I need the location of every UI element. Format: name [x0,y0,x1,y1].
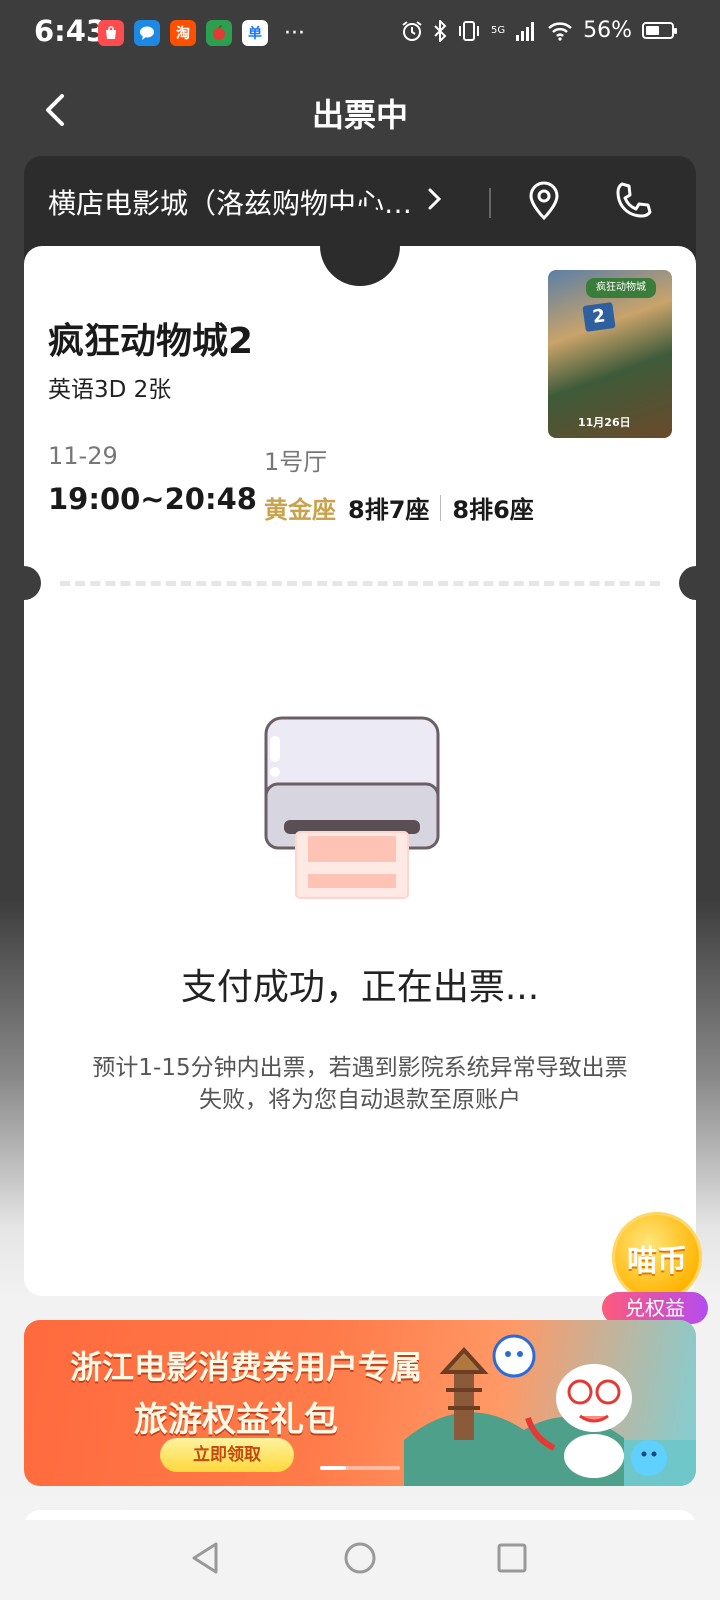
home-circle-icon[interactable] [340,1538,380,1578]
taobao-icon: 淘 [170,20,196,46]
coin-icon: 喵币 [612,1212,702,1302]
page-title: 出票中 [311,96,408,134]
message-icon [134,20,160,46]
signal-icon [516,21,535,41]
phone-icon [616,182,652,218]
system-navigation-bar [0,1520,720,1600]
battery-icon [642,22,677,39]
payment-status: 支付成功，正在出票... [180,967,540,1008]
back-triangle-icon[interactable] [186,1538,226,1578]
vibrate-icon [458,20,479,41]
more-notifications-icon: ··· [284,20,305,46]
shopping-bag-icon [98,20,124,46]
alarm-icon [402,20,422,41]
alipay-icon: 单 [242,20,268,46]
divider [489,188,491,218]
banner-title: 浙江电影消费券用户专属 [70,1348,423,1386]
show-date: 11-29 [48,442,118,470]
seat-info: 黄金座 8排7座 8排6座 [264,490,534,525]
system-icons: 5G 56% [401,18,677,43]
seat-2: 8排6座 [452,496,534,524]
chevron-right-icon[interactable] [424,184,444,214]
network-type: 5G [490,24,506,36]
seat-type: 黄金座 [264,496,336,524]
poster-date: 11月26日 [578,416,631,429]
seat-1: 8排7座 [348,496,430,524]
banner-pagination-active [320,1466,346,1470]
show-time: 19:00~20:48 [48,482,257,516]
movie-poster[interactable]: 疯狂动物城 2 11月26日 [548,270,672,438]
coin-text: 喵币 [627,1244,687,1279]
ticket-perforation [60,581,660,586]
promo-banner[interactable]: 浙江电影消费券用户专属 旅游权益礼包 立即领取 [24,1320,696,1486]
seat-divider [440,494,442,521]
status-time: 6:43 [34,14,107,48]
notification-icons: 淘 单 ··· [98,20,305,46]
status-bar: 6:43 淘 单 ··· 5G 56% [0,0,720,70]
movie-title: 疯狂动物城2 [48,321,254,362]
claim-button[interactable]: 立即领取 [160,1438,294,1472]
nav-bar: 出票中 [0,70,720,154]
movie-language-format: 英语3D 2张 [48,377,172,403]
battery-level [646,26,659,35]
ticket-card: 疯狂动物城2 英语3D 2张 疯狂动物城 2 11月26日 11-29 19:0… [7,206,713,1296]
banner-subtitle: 旅游权益礼包 [134,1400,338,1440]
coin-rewards-button[interactable]: 喵币 兑权益 [602,1212,708,1324]
poster-number: 2 [582,302,616,332]
banner-illustration [404,1334,696,1486]
location-button[interactable] [524,178,564,222]
payment-status-note: 预计1-15分钟内出票，若遇到影院系统异常导致出票失败，将为您自动退款至原账户 [92,1055,628,1113]
battery-percent: 56% [583,18,632,43]
tmall-icon [206,20,232,46]
ticket-notch-left [7,566,41,600]
recents-square-icon[interactable] [492,1538,532,1578]
call-button[interactable] [612,178,652,222]
poster-logo: 疯狂动物城 [586,278,656,298]
ticket-notch [320,206,400,286]
banner-pagination [320,1466,400,1470]
bluetooth-icon [434,19,447,42]
hall-name: 1号厅 [264,448,328,476]
ticket-printer-illustration [264,716,440,899]
wifi-icon [548,21,572,41]
location-pin-icon [529,181,559,221]
ticket-notch-right [679,566,713,600]
